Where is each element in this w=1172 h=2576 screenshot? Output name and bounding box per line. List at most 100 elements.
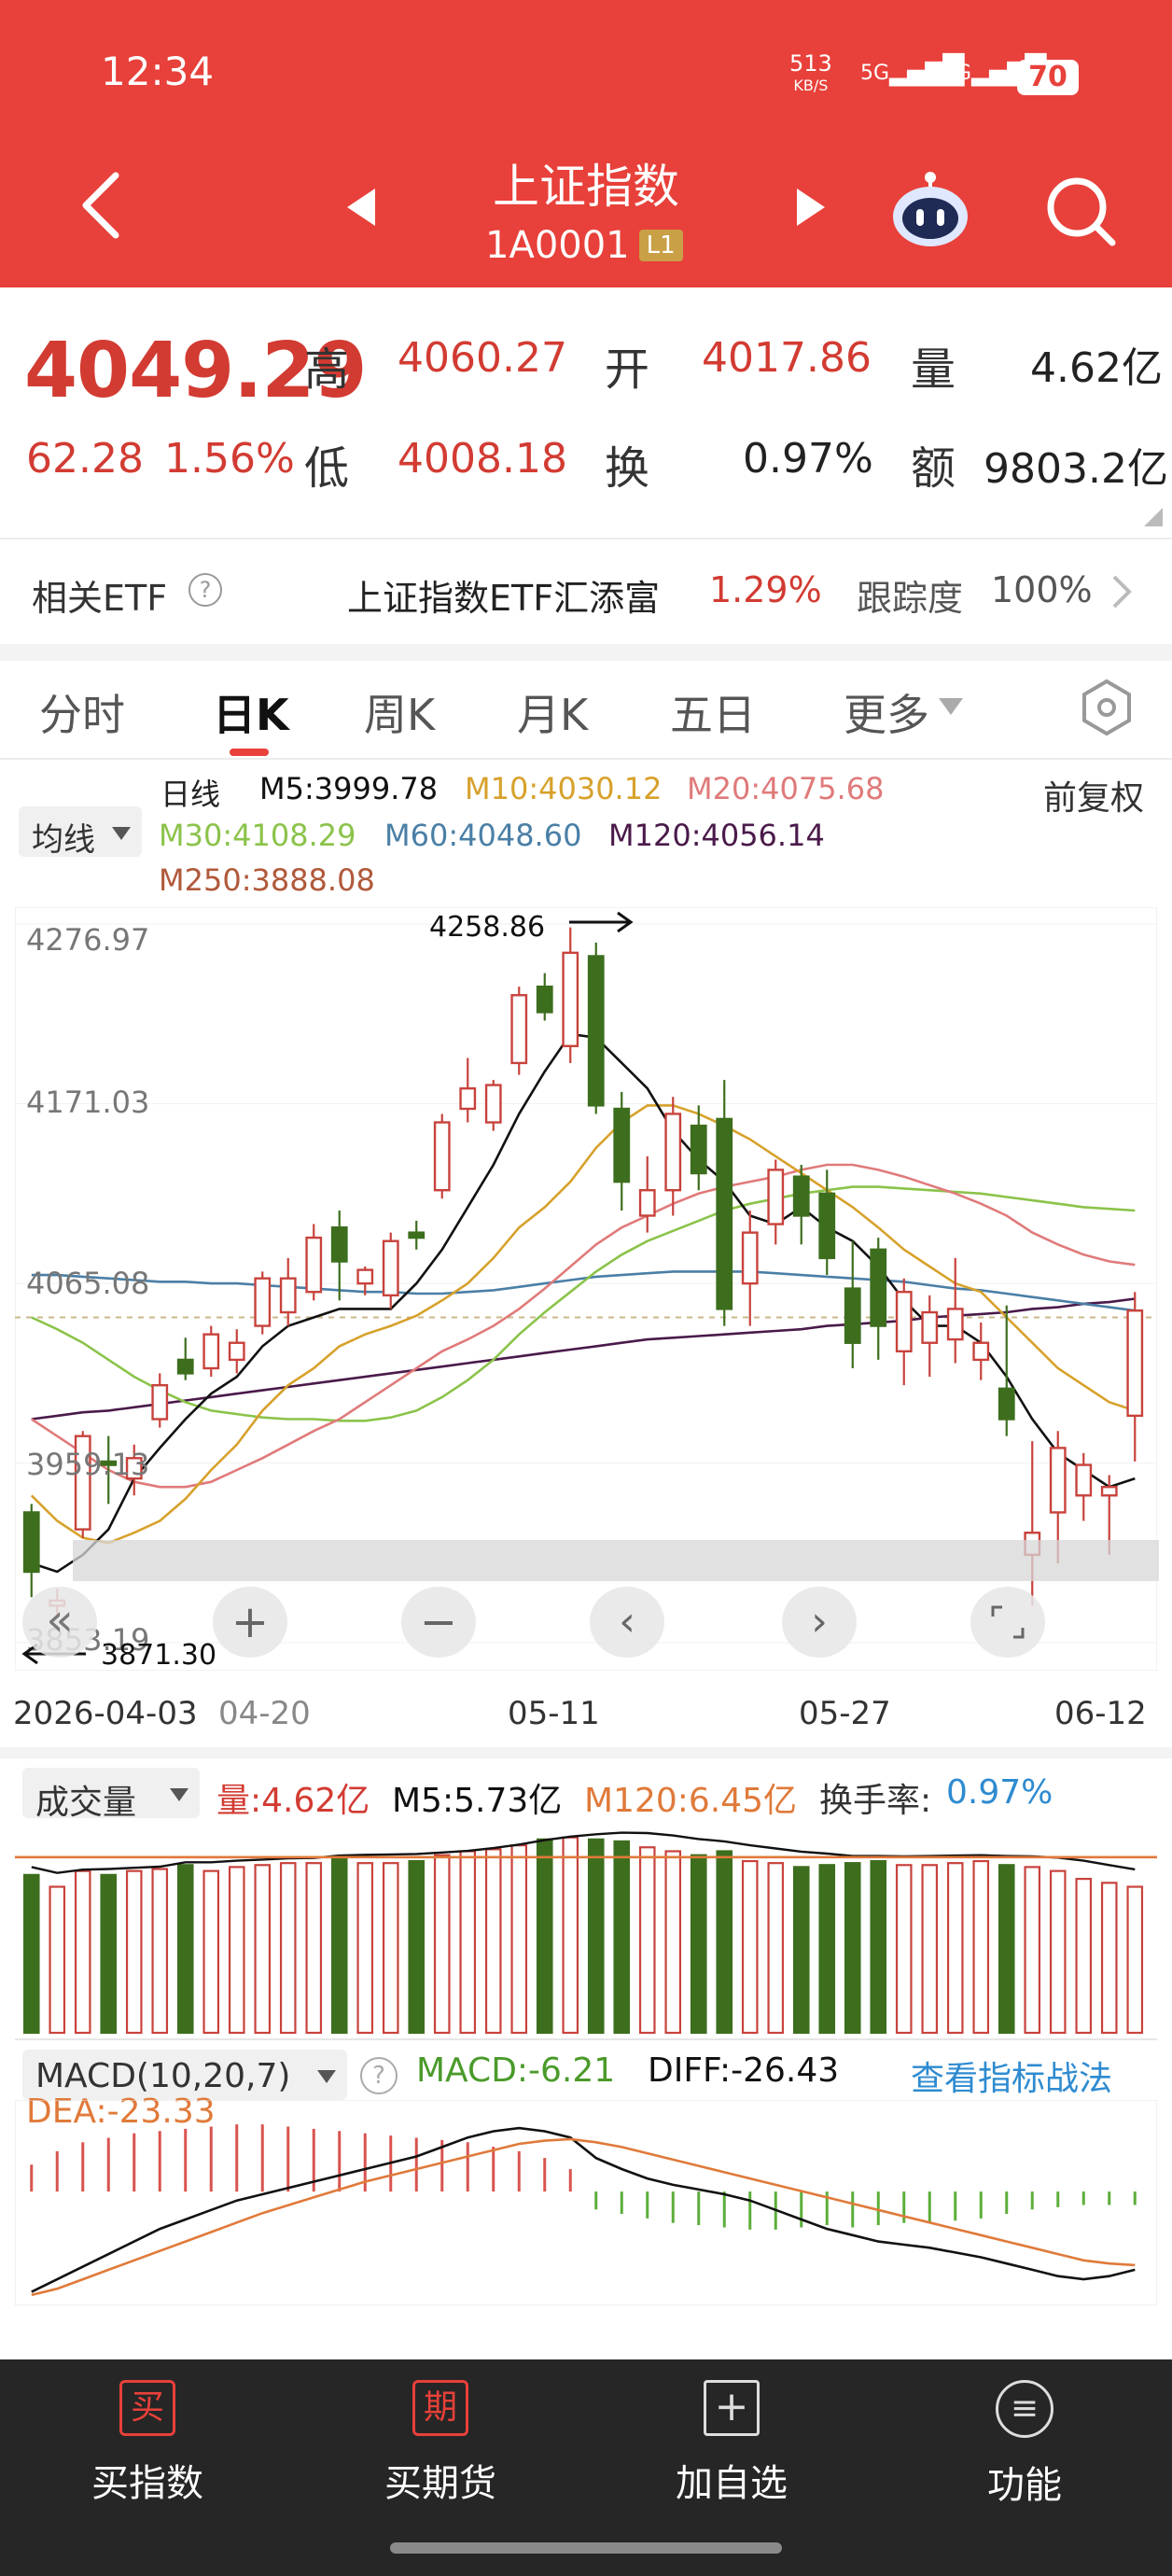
prev-stock-icon[interactable]: [345, 187, 379, 228]
volume-chart[interactable]: [15, 1820, 1157, 2035]
low-marker-label: 3871.30: [101, 1639, 217, 1672]
volume-bar: [49, 1885, 66, 2035]
candle-body: [741, 1231, 759, 1285]
zoom-out-button[interactable]: −: [401, 1587, 476, 1658]
candle-body: [22, 1511, 40, 1574]
zoom-in-button[interactable]: +: [213, 1587, 287, 1658]
candle-body: [870, 1248, 887, 1327]
candle-body: [305, 1236, 323, 1294]
candle-body: [382, 1239, 399, 1297]
scroll-right-button[interactable]: ›: [782, 1587, 857, 1658]
candle-body: [202, 1333, 220, 1370]
y-tick-1: 4276.97: [26, 922, 150, 958]
period-tabs: 分时 日K 周K 月K 五日 更多: [0, 668, 1172, 758]
stock-code-row: 1A0001 L1: [485, 224, 683, 267]
y-tick-2: 4171.03: [26, 1085, 150, 1120]
candle-body: [792, 1175, 810, 1217]
expand-corner-icon[interactable]: [1144, 508, 1163, 526]
chevron-right-icon: [1112, 575, 1132, 609]
back-icon[interactable]: [78, 168, 125, 243]
volume-bar: [562, 1836, 579, 2035]
help-icon[interactable]: ?: [188, 573, 222, 607]
robot-assistant-icon[interactable]: [888, 168, 972, 252]
ma10-label: M10:4030.12: [465, 771, 663, 806]
volume-bar: [1024, 1866, 1041, 2035]
candle-body: [638, 1189, 656, 1217]
macd-value-label: MACD:-6.21: [416, 2051, 616, 2090]
ma250-label: M250:3888.08: [159, 862, 375, 898]
settings-icon[interactable]: [1079, 678, 1135, 737]
caret-down-icon: [170, 1788, 188, 1801]
status-time: 12:34: [101, 49, 215, 94]
etf-row[interactable]: 相关ETF ? 上证指数ETF汇添富 1.29% 跟踪度 100%: [0, 545, 1172, 638]
ma30-label: M30:4108.29: [159, 818, 356, 853]
divider: [0, 758, 1172, 760]
home-indicator: [390, 2542, 782, 2554]
volume-bar: [305, 1862, 323, 2035]
tab-monthly-k[interactable]: 月K: [517, 681, 588, 743]
divider: [0, 538, 1172, 539]
macd-selector-label: MACD(10,20,7): [35, 2057, 291, 2095]
candle-body: [408, 1231, 426, 1239]
volume-bar: [22, 1873, 40, 2035]
next-stock-icon[interactable]: [793, 187, 827, 228]
caret-down-icon: [317, 2070, 336, 2083]
candle-body: [562, 951, 579, 1047]
candle-body: [536, 985, 553, 1014]
track-label: 跟踪度: [857, 578, 964, 619]
volume-bar: [1049, 1869, 1067, 2035]
volume-bar: [74, 1869, 91, 2035]
macd-chart[interactable]: [15, 2100, 1157, 2305]
date-tick-5: 06-12: [1054, 1695, 1147, 1732]
add-watchlist-button[interactable]: + 加自选: [640, 2380, 823, 2529]
candle-body: [484, 1084, 502, 1124]
functions-label: 功能: [987, 2464, 1062, 2507]
candle-body: [716, 1117, 733, 1310]
volume-value-label: 量:4.62亿: [216, 1782, 370, 1820]
candle-body: [459, 1086, 477, 1111]
candle-body: [690, 1124, 707, 1175]
functions-button[interactable]: ≡ 功能: [933, 2380, 1116, 2529]
signal-label-2: 5G: [942, 62, 972, 85]
tab-intraday[interactable]: 分时: [39, 681, 125, 743]
search-icon[interactable]: [1043, 174, 1118, 248]
tab-weekly-k[interactable]: 周K: [364, 681, 435, 743]
ma-selector-label: 均线: [32, 821, 95, 859]
candle-body: [279, 1277, 297, 1314]
candle-body: [972, 1341, 990, 1362]
volume-turnover-label: 换手率:: [819, 1782, 932, 1820]
add-icon: +: [704, 2380, 760, 2436]
volume-bar: [382, 1862, 399, 2035]
fullscreen-button[interactable]: [970, 1587, 1045, 1658]
tab-five-day[interactable]: 五日: [670, 681, 756, 743]
app-header: 12:34 513 KB/S 5G▂▄▆█ 5G▂▄▆█ 70 上证指数 1A0…: [0, 0, 1172, 287]
ma-selector[interactable]: 均线: [19, 806, 142, 859]
volume-bar: [844, 1862, 861, 2035]
candle-body: [767, 1169, 785, 1225]
buy-index-button[interactable]: 买 买指数: [56, 2380, 239, 2529]
menu-icon: ≡: [996, 2380, 1053, 2438]
candle-body: [330, 1225, 348, 1263]
etf-name: 上证指数ETF汇添富: [347, 578, 661, 619]
volume-ma5-line: [31, 1831, 1136, 1874]
buy-futures-button[interactable]: 期 买期货: [349, 2380, 532, 2529]
caret-down-icon: [939, 698, 963, 715]
tab-daily-k[interactable]: 日K: [213, 681, 289, 743]
arrow-right-icon: [569, 911, 634, 933]
futures-icon: 期: [412, 2380, 468, 2436]
help-icon[interactable]: ?: [360, 2057, 398, 2094]
open-value: 4017.86: [702, 334, 872, 382]
indicator-strategy-link[interactable]: 查看指标战法: [911, 2051, 1112, 2100]
diff-value-label: DIFF:-26.43: [648, 2051, 840, 2090]
dea-line: [31, 2137, 1136, 2297]
high-marker-label: 4258.86: [429, 911, 546, 944]
adjust-label[interactable]: 前复权: [1043, 771, 1144, 819]
volume-bar: [100, 1873, 118, 2035]
volume-bar: [638, 1846, 656, 2035]
volume-bar: [279, 1862, 297, 2035]
candle-body: [176, 1358, 194, 1375]
tab-more[interactable]: 更多: [844, 681, 929, 743]
scroll-left-button[interactable]: ‹: [590, 1587, 664, 1658]
scroll-to-start-button[interactable]: «: [22, 1587, 97, 1658]
volume-selector[interactable]: 成交量: [22, 1768, 200, 1822]
